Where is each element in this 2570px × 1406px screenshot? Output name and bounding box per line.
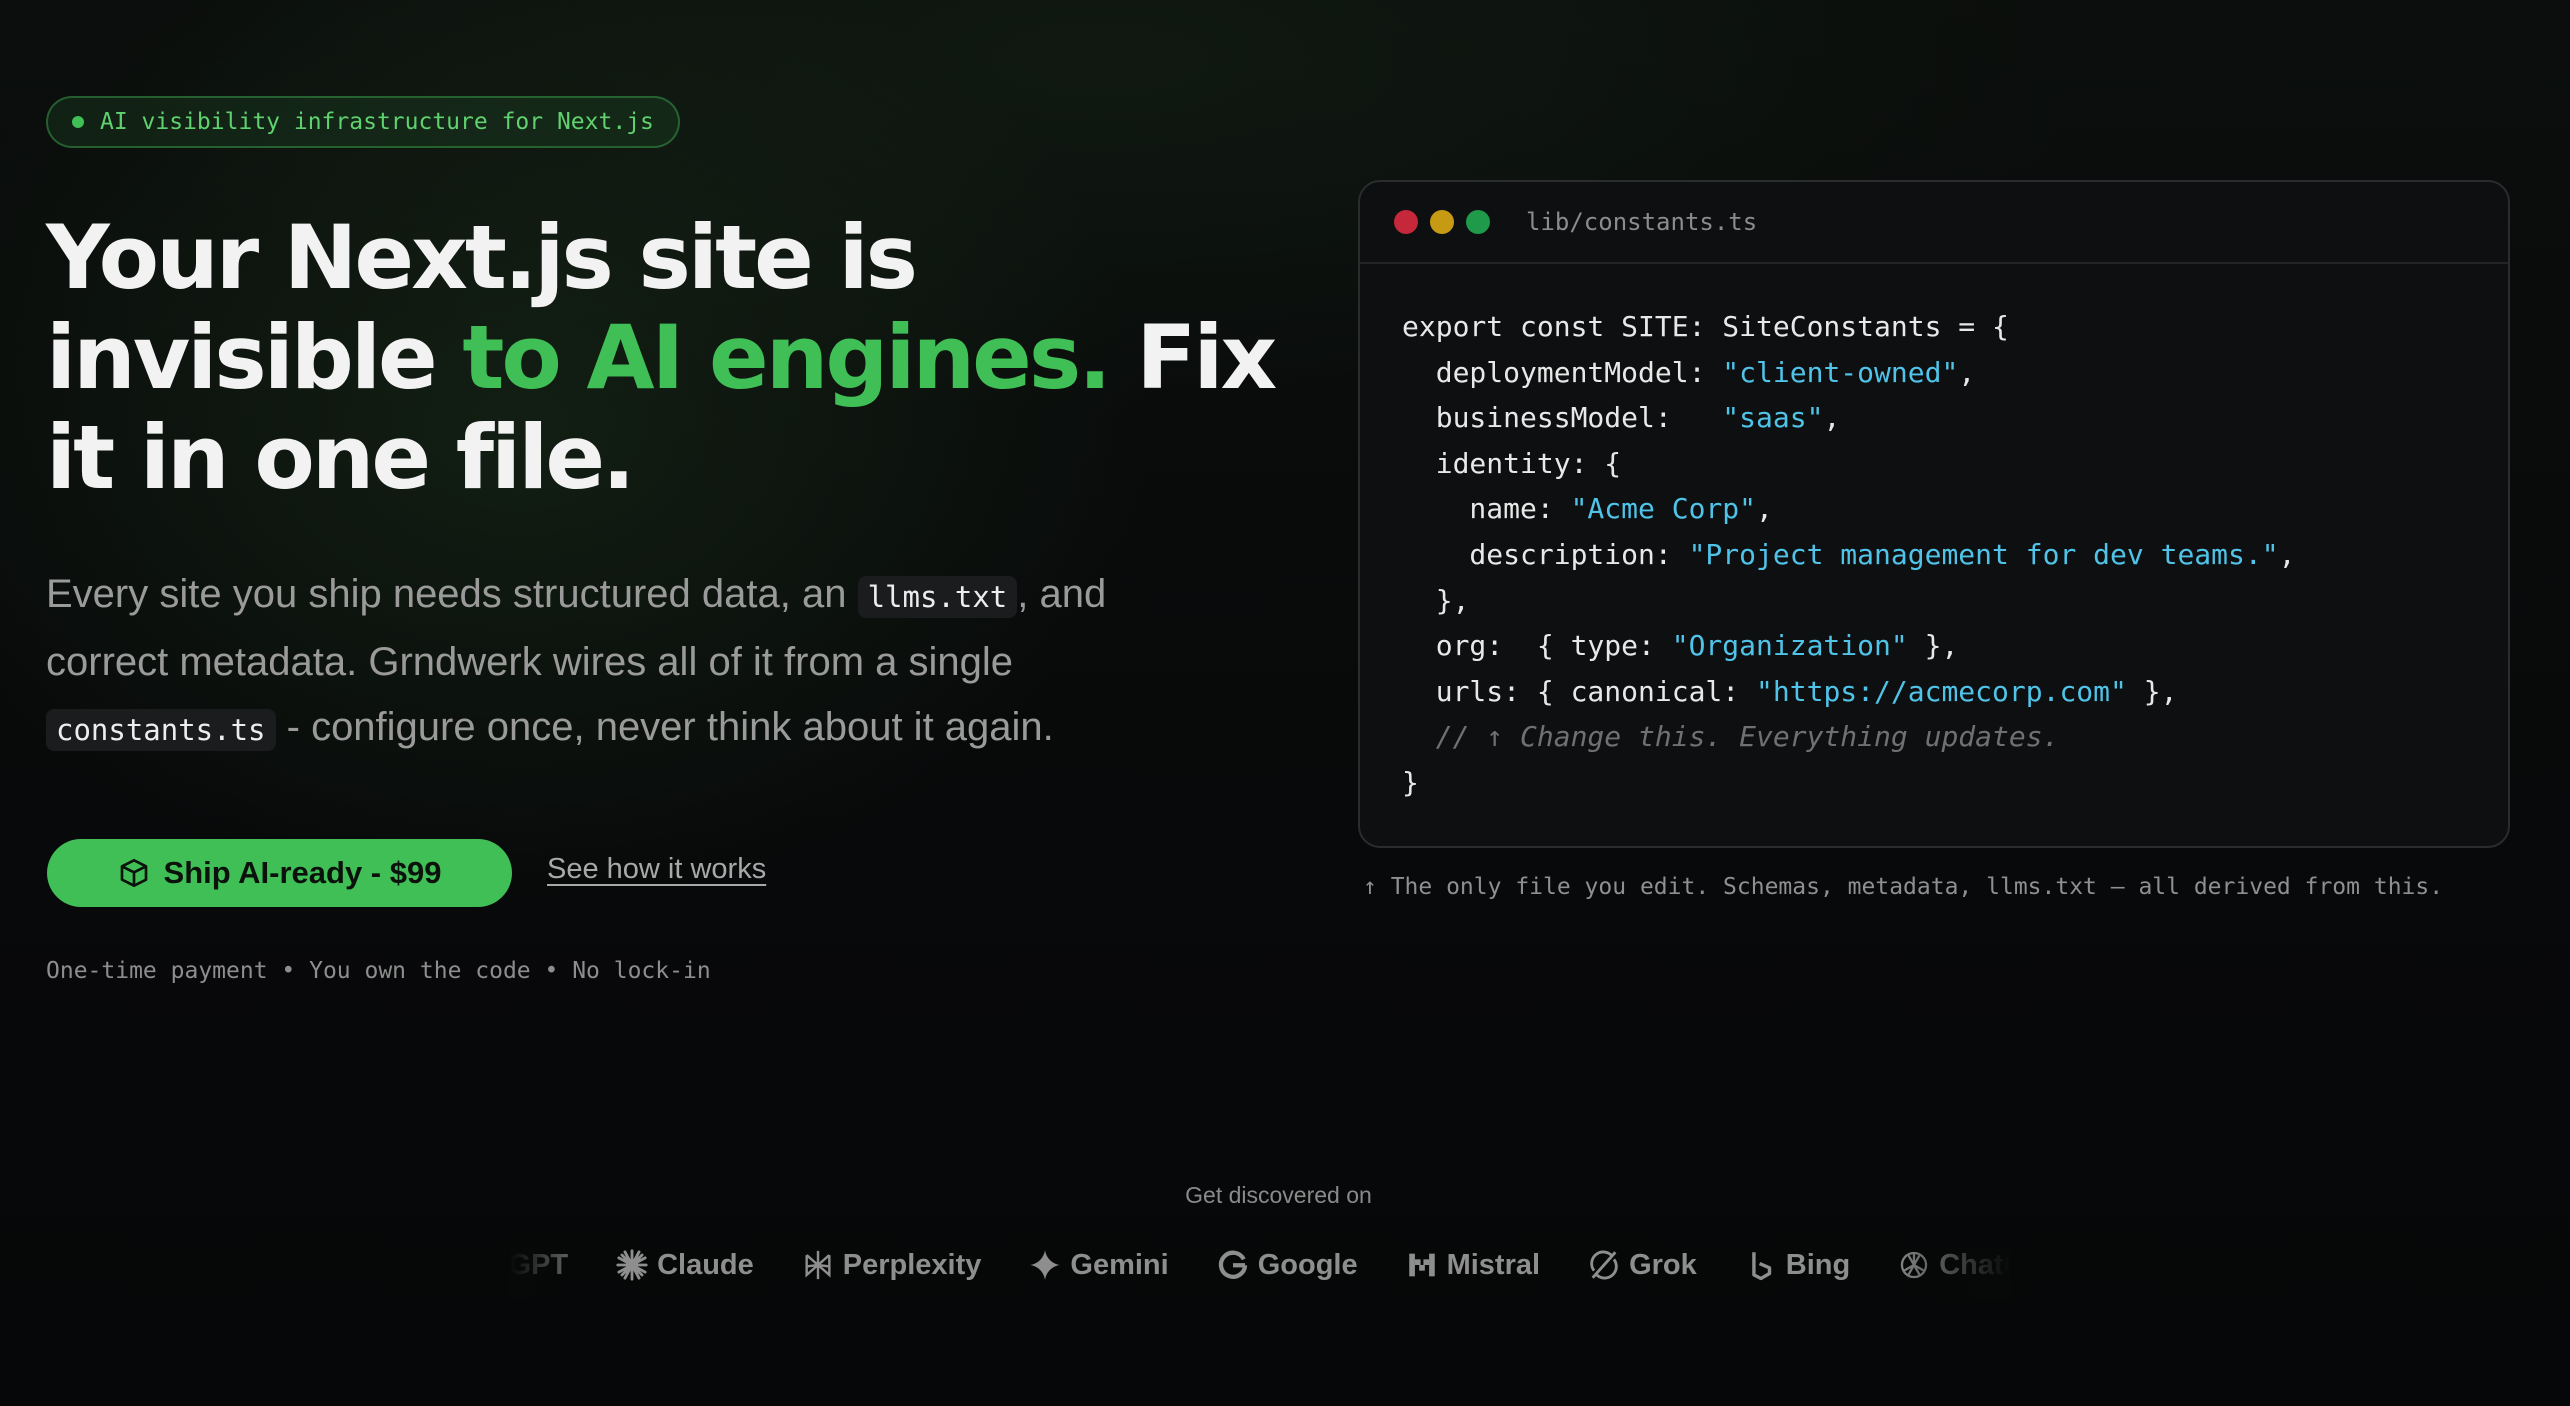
google-icon (1216, 1248, 1250, 1282)
code-token: identity: { (1402, 446, 1622, 480)
code-window-titlebar: lib/constants.ts (1360, 182, 2508, 264)
platform-logo-gemini: Gemini (1028, 1248, 1169, 1282)
code-line: urls: { canonical: "https://acmecorp.com… (1402, 669, 2508, 715)
code-line: businessModel: "saas", (1402, 395, 2508, 441)
platform-logo-bing: Bing (1744, 1248, 1850, 1282)
code-line: description: "Project management for dev… (1402, 532, 2508, 578)
code-string: "saas" (1722, 401, 1824, 435)
code-token: , (2278, 537, 2296, 571)
code-string: "Acme Corp" (1570, 492, 1757, 526)
code-line: deploymentModel: "client-owned", (1402, 350, 2508, 396)
platform-name: Grok (1629, 1248, 1697, 1281)
platform-name: Bing (1785, 1248, 1851, 1281)
code-token: }, (1402, 583, 1470, 617)
code-string: "Project management for dev teams." (1688, 537, 2279, 571)
code-line: identity: { (1402, 441, 2508, 487)
code-string: "https://acmecorp.com" (1756, 674, 2127, 708)
mistral-icon (1405, 1248, 1439, 1282)
platform-logo-perplexity: Perplexity (801, 1248, 982, 1282)
platform-name: Mistral (1446, 1248, 1541, 1281)
minimize-dot-icon (1430, 210, 1454, 234)
claude-icon (615, 1248, 649, 1282)
code-string: "Organization" (1671, 629, 1908, 663)
badge-text: AI visibility infrastructure for Next.js (100, 109, 654, 135)
description-text-1: Every site you ship needs structured dat… (46, 572, 858, 616)
code-string: "client-owned" (1722, 355, 1959, 389)
code-line: export const SITE: SiteConstants = { (1402, 304, 2508, 350)
code-window: lib/constants.ts export const SITE: Site… (1358, 180, 2510, 848)
perplexity-icon (801, 1248, 835, 1282)
code-token: , (1958, 355, 1976, 389)
status-dot (72, 116, 84, 128)
code-caption: ↑ The only file you edit. Schemas, metad… (1363, 874, 2444, 900)
buy-button-label: Ship AI-ready - $99 (163, 855, 442, 890)
platform-logo-grok: Grok (1587, 1248, 1697, 1282)
fine-print: One-time payment • You own the code • No… (46, 958, 711, 984)
fade-right (1890, 1248, 2010, 1298)
page-title: Your Next.js site is invisible to AI eng… (46, 208, 1277, 508)
code-line: }, (1402, 578, 2508, 624)
code-token: urls: { canonical: (1402, 674, 1757, 708)
inline-code-llms: llms.txt (857, 576, 1018, 618)
platform-logo-mistral: Mistral (1405, 1248, 1540, 1282)
code-token: description: (1402, 537, 1689, 571)
code-line: org: { type: "Organization" }, (1402, 623, 2508, 669)
code-line: // ↑ Change this. Everything updates. (1402, 714, 2508, 760)
platform-name: Google (1257, 1248, 1358, 1281)
code-line: } (1402, 760, 2508, 806)
see-how-it-works-link[interactable]: See how it works (547, 853, 766, 886)
platform-name: Gemini (1070, 1248, 1169, 1281)
close-dot-icon (1394, 210, 1418, 234)
platform-logo-claude: Claude (615, 1248, 754, 1282)
fade-left (510, 1248, 600, 1298)
code-token: businessModel: (1402, 401, 1723, 435)
code-token: }, (1907, 629, 1959, 663)
platform-name: Claude (657, 1248, 754, 1281)
code-line: name: "Acme Corp", (1402, 486, 2508, 532)
description-text-3: - configure once, never think about it a… (275, 705, 1054, 749)
code-token: } (1402, 765, 1419, 799)
maximize-dot-icon (1466, 210, 1490, 234)
code-token: export const SITE: SiteConstants = { (1402, 310, 2009, 343)
code-token: , (1823, 401, 1841, 435)
code-token: name: (1402, 492, 1571, 526)
code-token: org: { type: (1402, 629, 1672, 663)
code-block: export const SITE: SiteConstants = { dep… (1360, 264, 2508, 806)
box-icon (120, 859, 147, 887)
hero-description: Every site you ship needs structured dat… (46, 562, 1226, 763)
buy-button[interactable]: Ship AI-ready - $99 (47, 839, 512, 907)
platform-name: Perplexity (842, 1248, 982, 1281)
code-comment: // ↑ Change this. Everything updates. (1402, 720, 2060, 754)
gemini-icon (1028, 1248, 1062, 1282)
inline-code-constants: constants.ts (46, 709, 276, 751)
bing-icon (1744, 1248, 1778, 1282)
discovered-heading: Get discovered on (1185, 1182, 1372, 1208)
platform-logos: ChatGPTClaudePerplexityGeminiGoogleMistr… (510, 1248, 2010, 1298)
headline-accent: to AI engines. (462, 306, 1111, 409)
code-filename: lib/constants.ts (1526, 208, 1758, 236)
code-token: deploymentModel: (1402, 355, 1723, 389)
grok-icon (1587, 1248, 1621, 1282)
code-token: }, (2126, 674, 2178, 708)
code-token: , (1756, 492, 1773, 526)
platform-logo-google: Google (1216, 1248, 1358, 1282)
announcement-badge: AI visibility infrastructure for Next.js (46, 96, 680, 148)
